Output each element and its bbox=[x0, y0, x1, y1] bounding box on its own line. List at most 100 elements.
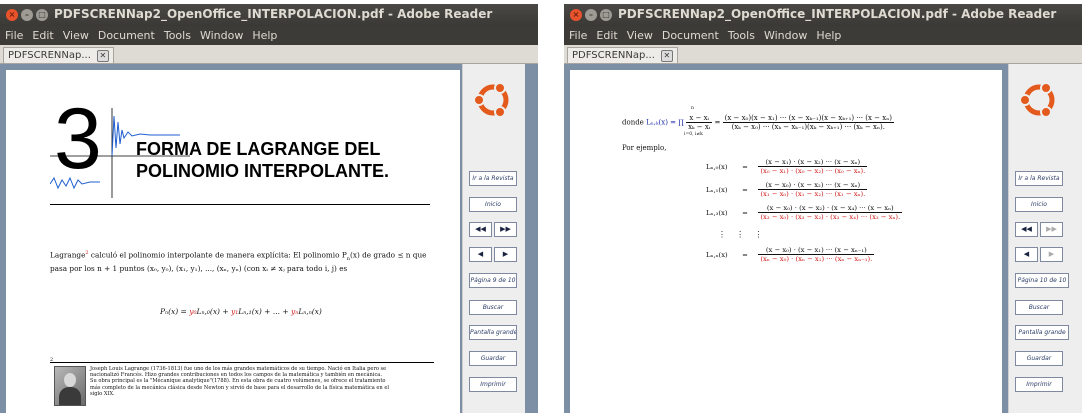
pantalla-grande-button[interactable]: Pantalla grande bbox=[1015, 325, 1069, 340]
chapter-rule bbox=[50, 204, 430, 205]
menu-file[interactable]: File bbox=[0, 26, 27, 42]
window-title: PDFSCRENNap2_OpenOffice_INTERPOLACION.pd… bbox=[54, 7, 493, 21]
example-row: Lₙ,₃(x) = (x − x₀) · (x − x₂) · (x − x₄)… bbox=[706, 204, 903, 221]
document-viewport[interactable]: donde Lₙ,ₖ(x) = ∏ x − xᵢ xₖ − xᵢ = (x − x… bbox=[564, 64, 1082, 413]
lagrange-formula: Pₙ(x) = y₀Lₙ,₀(x) + y₁Lₙ,₁(x) + ... + yₙ… bbox=[160, 307, 322, 316]
menu-window[interactable]: Window bbox=[759, 26, 811, 42]
menu-help[interactable]: Help bbox=[247, 26, 281, 42]
close-tab-icon[interactable]: ✕ bbox=[660, 50, 673, 62]
formula-term-1: Lₙ,₁(x) + ... + bbox=[238, 307, 292, 316]
row-den: (x₁ − x₀) · (x₁ − x₂) ··· (x₁ − xₙ). bbox=[760, 190, 866, 198]
row-num: (x − x₀) · (x − x₂) ··· (x − xₙ) bbox=[758, 181, 868, 190]
maximize-window-icon[interactable]: □ bbox=[36, 9, 48, 21]
chapter-title: FORMA DE LAGRANGE DEL POLINOMIO INTERPOL… bbox=[136, 138, 389, 182]
document-tab-label: PDFSCRENNap... bbox=[8, 50, 91, 61]
formula-term-n: Lₙ,ₙ(x) bbox=[298, 307, 322, 316]
left-reader-window: × – □ PDFSCRENNap2_OpenOffice_INTERPOLAC… bbox=[0, 4, 538, 413]
menu-edit[interactable]: Edit bbox=[591, 26, 621, 42]
row-eq: = bbox=[742, 185, 748, 194]
minimize-window-icon[interactable]: – bbox=[585, 9, 597, 21]
formula-lhs: Pₙ(x) = bbox=[160, 307, 190, 316]
first-page-button[interactable]: ◀◀ bbox=[1015, 222, 1038, 237]
pdf-nav-panel: Ir a la Revista Inicio ◀◀ ▶▶ ◀ ▶ Página … bbox=[1008, 64, 1082, 413]
pdf-page: donde Lₙ,ₖ(x) = ∏ x − xᵢ xₖ − xᵢ = (x − x… bbox=[570, 70, 1002, 413]
go-to-revista-button[interactable]: Ir a la Revista bbox=[1015, 171, 1063, 186]
last-page-button[interactable]: ▶▶ bbox=[1040, 222, 1063, 237]
row-lhs: Lₙ,₃(x) bbox=[706, 208, 728, 217]
title-bar[interactable]: × – □ PDFSCRENNap2_OpenOffice_INTERPOLAC… bbox=[564, 4, 1082, 26]
close-tab-icon[interactable]: ✕ bbox=[96, 50, 109, 62]
inicio-button[interactable]: Inicio bbox=[1015, 197, 1063, 212]
definition-formula: donde Lₙ,ₖ(x) = ∏ x − xᵢ xₖ − xᵢ = (x − x… bbox=[622, 114, 894, 131]
footnote-text: Joseph Louis Lagrange (1736-1813) fue un… bbox=[90, 366, 389, 397]
menu-help[interactable]: Help bbox=[811, 26, 845, 42]
right-reader-window: × – □ PDFSCRENNap2_OpenOffice_INTERPOLAC… bbox=[564, 4, 1082, 413]
close-window-icon[interactable]: × bbox=[6, 9, 18, 21]
donde-label: donde bbox=[622, 118, 644, 127]
buscar-button[interactable]: Buscar bbox=[469, 300, 517, 315]
example-row: Lₙ,₁(x) = (x − x₀) · (x − x₂) ··· (x − x… bbox=[706, 181, 868, 198]
close-window-icon[interactable]: × bbox=[570, 9, 582, 21]
row-fraction: (x − x₀) · (x − x₁) ··· (x − xₙ₋₁) (xₙ − … bbox=[758, 246, 875, 263]
menu-file[interactable]: File bbox=[564, 26, 591, 42]
menu-bar: File Edit View Document Tools Window Help bbox=[564, 26, 1082, 45]
ubuntu-logo-icon bbox=[1019, 82, 1055, 118]
por-ejemplo-text: Por ejemplo, bbox=[622, 144, 667, 152]
document-tab-bar: PDFSCRENNap... ✕ bbox=[0, 45, 538, 64]
title-bar[interactable]: × – □ PDFSCRENNap2_OpenOffice_INTERPOLAC… bbox=[0, 4, 538, 26]
next-page-button[interactable]: ▶ bbox=[1040, 247, 1063, 262]
menu-view[interactable]: View bbox=[622, 26, 657, 42]
row-den: (x₃ − x₀) · (x₃ − x₂) · (x₃ − x₄) ··· (x… bbox=[760, 213, 901, 221]
pdf-page: 3 FORMA DE LAGRANGE DEL POLINOMIO INTERP… bbox=[6, 70, 460, 413]
paragraph-text-1: calculó el polinomio interpolante de man… bbox=[88, 250, 347, 260]
def-product-bottom: i=0, i≠k bbox=[684, 132, 703, 137]
row-num: (x − x₁) · (x − x₂) ··· (x − xₙ) bbox=[758, 158, 868, 167]
next-page-button[interactable]: ▶ bbox=[494, 247, 517, 262]
def-big-den: (xₖ − x₀) ··· (xₖ − xₖ₋₁)(xₖ − xₖ₊₁) ···… bbox=[731, 123, 885, 131]
def-big-num: (x − x₀)(x − x₁) ··· (x − xₖ₋₁)(x − xₖ₊₁… bbox=[722, 114, 894, 123]
buscar-button[interactable]: Buscar bbox=[1015, 300, 1063, 315]
menu-document[interactable]: Document bbox=[657, 26, 723, 42]
document-tab[interactable]: PDFSCRENNap... ✕ bbox=[567, 47, 678, 63]
imprimir-button[interactable]: Imprimir bbox=[469, 377, 517, 392]
pantalla-grande-button[interactable]: Pantalla grande bbox=[469, 325, 517, 340]
row-den: (xₙ − x₀) · (xₙ − x₁) ··· (xₙ − xₙ₋₁). bbox=[760, 255, 873, 263]
first-page-button[interactable]: ◀◀ bbox=[469, 222, 492, 237]
intro-paragraph: Lagrange2 calculó el polinomio interpola… bbox=[50, 248, 434, 274]
guardar-button[interactable]: Guardar bbox=[1015, 351, 1063, 366]
menu-window[interactable]: Window bbox=[195, 26, 247, 42]
page-indicator-button[interactable]: Página 10 de 10 bbox=[1015, 273, 1069, 288]
imprimir-button[interactable]: Imprimir bbox=[1015, 377, 1063, 392]
document-viewport[interactable]: 3 FORMA DE LAGRANGE DEL POLINOMIO INTERP… bbox=[0, 64, 538, 413]
prev-page-button[interactable]: ◀ bbox=[1015, 247, 1038, 262]
row-lhs: Lₙ,₁(x) bbox=[706, 185, 728, 194]
menu-tools[interactable]: Tools bbox=[723, 26, 759, 42]
footnote-number: 2 bbox=[50, 357, 54, 363]
row-den: (x₀ − x₁) · (x₀ − x₂) ··· (x₀ − xₙ). bbox=[760, 167, 866, 175]
def-product-fraction: x − xᵢ xₖ − xᵢ bbox=[686, 114, 713, 131]
def-big-fraction: (x − x₀)(x − x₁) ··· (x − xₖ₋₁)(x − xₖ₊₁… bbox=[722, 114, 894, 131]
row-eq: = bbox=[742, 162, 748, 171]
go-to-revista-button[interactable]: Ir a la Revista bbox=[469, 171, 517, 186]
chapter-title-line-2: POLINOMIO INTERPOLANTE. bbox=[136, 161, 390, 181]
menu-document[interactable]: Document bbox=[93, 26, 159, 42]
maximize-window-icon[interactable]: □ bbox=[600, 9, 612, 21]
chapter-title-line-1: FORMA DE LAGRANGE DEL bbox=[136, 139, 381, 159]
window-title: PDFSCRENNap2_OpenOffice_INTERPOLACION.pd… bbox=[618, 7, 1057, 21]
page-indicator-button[interactable]: Página 9 de 10 bbox=[469, 273, 517, 288]
minimize-window-icon[interactable]: – bbox=[21, 9, 33, 21]
paragraph-line-2: pasa por los n + 1 puntos (x₀, y₀), (x₁,… bbox=[50, 263, 348, 273]
menu-edit[interactable]: Edit bbox=[27, 26, 57, 42]
def-frac-den: xₖ − xᵢ bbox=[688, 123, 711, 131]
example-row: Lₙ,₀(x) = (x − x₁) · (x − x₂) ··· (x − x… bbox=[706, 158, 868, 175]
menu-view[interactable]: View bbox=[58, 26, 93, 42]
portrait-head bbox=[64, 373, 76, 387]
inicio-button[interactable]: Inicio bbox=[469, 197, 517, 212]
pdf-nav-panel: Ir a la Revista Inicio ◀◀ ▶▶ ◀ ▶ Página … bbox=[462, 64, 525, 413]
last-page-button[interactable]: ▶▶ bbox=[494, 222, 517, 237]
menu-tools[interactable]: Tools bbox=[159, 26, 195, 42]
formula-term-0: Lₙ,₀(x) + bbox=[196, 307, 232, 316]
guardar-button[interactable]: Guardar bbox=[469, 351, 517, 366]
prev-page-button[interactable]: ◀ bbox=[469, 247, 492, 262]
document-tab[interactable]: PDFSCRENNap... ✕ bbox=[3, 47, 114, 63]
